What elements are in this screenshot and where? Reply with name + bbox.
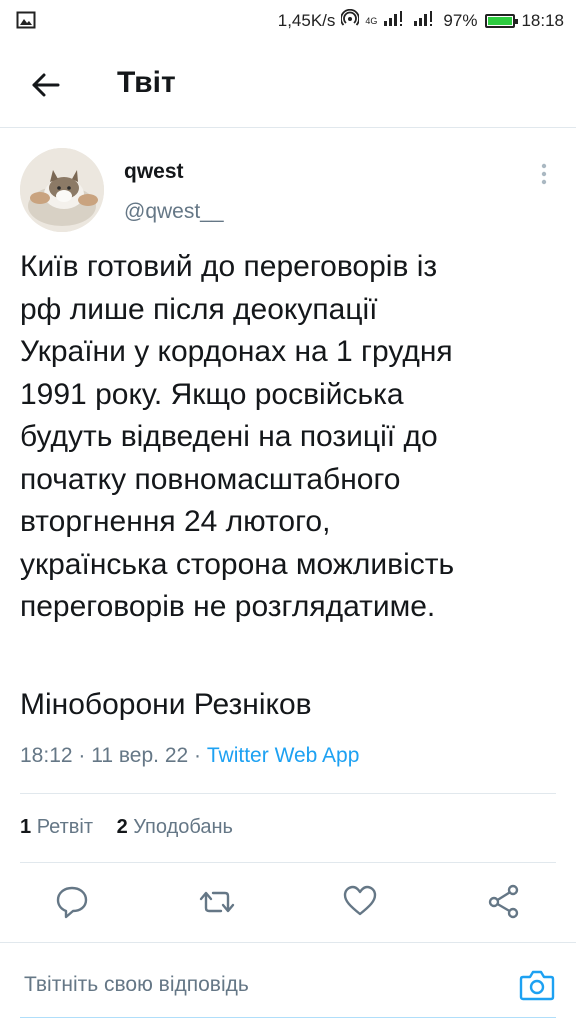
tweet-actions [0, 880, 576, 930]
reply-composer: Твітніть свою відповідь [0, 942, 576, 1024]
status-indicators: 1,45K/s 4G 97% 18:18 [277, 8, 564, 32]
meta-separator-2: · [194, 744, 202, 767]
battery-icon [485, 13, 519, 28]
retweet-icon [199, 891, 235, 913]
reply-icon [56, 886, 88, 919]
retweets-count: 1 [20, 816, 32, 838]
signal-icon [383, 10, 407, 31]
hotspot-icon [340, 8, 361, 32]
reply-button[interactable] [52, 880, 92, 924]
camera-button[interactable] [518, 967, 556, 1003]
camera-icon [519, 970, 555, 1001]
like-button[interactable] [340, 880, 380, 924]
author-handle[interactable]: @qwest__ [124, 200, 224, 224]
meta-separator: · [78, 744, 86, 767]
battery-percent: 97% [443, 10, 478, 30]
signal-icon-2 [413, 10, 437, 31]
tweet-text: Київ готовий до переговорів із рф лише п… [20, 250, 455, 623]
tweet-time: 18:12 [20, 744, 73, 767]
likes-label: Уподобань [133, 816, 233, 838]
status-bar: 1,45K/s 4G 97% 18:18 [0, 0, 576, 40]
share-button[interactable] [484, 880, 524, 924]
app-header: Твіт [0, 40, 576, 128]
vertical-dots-icon [541, 163, 547, 185]
share-icon [488, 884, 519, 919]
cat-avatar-image [20, 148, 104, 232]
arrow-left-icon [32, 73, 60, 97]
more-options-button[interactable] [532, 160, 556, 190]
reply-underline [20, 1017, 556, 1018]
retweet-button[interactable] [197, 880, 237, 924]
back-button[interactable] [28, 68, 62, 102]
reply-input[interactable]: Твітніть свою відповідь [24, 973, 249, 997]
tweet-meta: 18:12 · 11 вер. 22 · Twitter Web App [20, 744, 359, 768]
tweet-source-link[interactable]: Twitter Web App [207, 744, 360, 767]
avatar[interactable] [20, 148, 104, 232]
page-title: Твіт [117, 66, 176, 99]
divider [20, 793, 556, 794]
likes-count: 2 [116, 816, 128, 838]
retweets-label: Ретвіт [36, 816, 93, 838]
battery-fill [488, 16, 512, 25]
retweets-stat[interactable]: 1 Ретвіт [20, 816, 99, 838]
clock: 18:18 [521, 10, 564, 30]
like-icon [343, 885, 377, 916]
network-type: 4G [365, 15, 378, 26]
author-display-name[interactable]: qwest [124, 160, 184, 184]
divider [20, 862, 556, 863]
tweet-date: 11 вер. 22 [91, 744, 189, 767]
likes-stat[interactable]: 2 Уподобань [117, 816, 233, 838]
network-speed: 1,45K/s [277, 10, 336, 30]
tweet-signature: Міноборони Резніков [20, 688, 312, 721]
gallery-notification-icon [16, 10, 36, 35]
tweet-stats: 1 Ретвіт 2 Уподобань [20, 816, 251, 839]
